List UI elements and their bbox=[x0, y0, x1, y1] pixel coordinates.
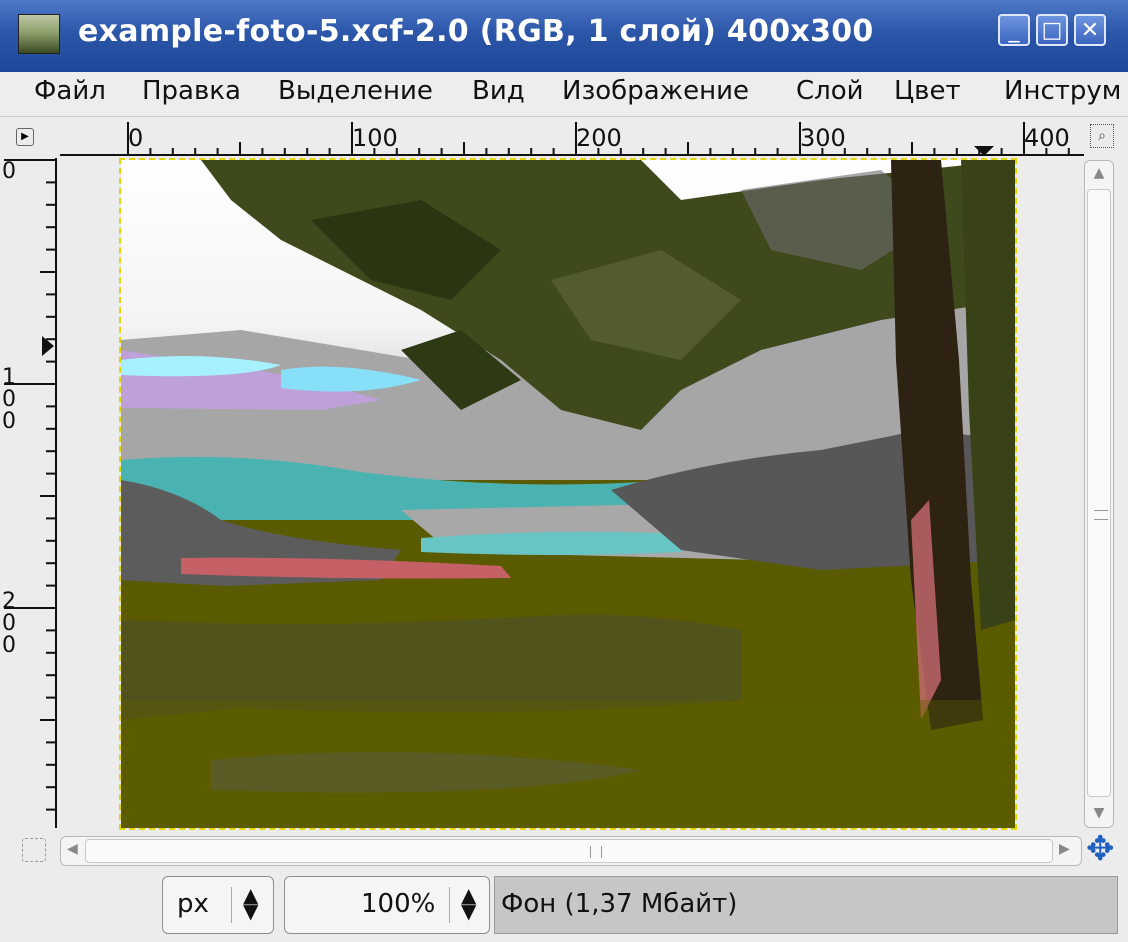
ruler-corner: ▶ bbox=[0, 118, 48, 156]
vruler-label-0: 0 bbox=[2, 159, 16, 184]
scroll-down-arrow-icon[interactable]: ▼ bbox=[1091, 805, 1107, 821]
vruler-label-100: 100 bbox=[2, 365, 16, 434]
zoom-selector[interactable]: 100% ▲ ▼ bbox=[284, 876, 490, 934]
triangle-right-icon[interactable]: ▶ bbox=[16, 128, 34, 146]
horizontal-scrollbar[interactable]: ◀ ▶ bbox=[60, 836, 1082, 866]
menu-layer[interactable]: Слой bbox=[796, 76, 864, 106]
hruler-label-0: 0 bbox=[128, 124, 143, 152]
hruler-label-400: 400 bbox=[1024, 124, 1070, 152]
scroll-right-arrow-icon[interactable]: ▶ bbox=[1059, 841, 1070, 857]
updown-arrows-icon: ▲ ▼ bbox=[243, 883, 259, 923]
menu-bar: Файл Правка Выделение Вид Изображение Сл… bbox=[0, 72, 1128, 117]
unit-value: px bbox=[177, 889, 209, 919]
menu-file[interactable]: Файл bbox=[34, 76, 106, 106]
vertical-scrollbar[interactable]: ▲ ▼ bbox=[1084, 160, 1114, 828]
menu-colors[interactable]: Цвет bbox=[894, 76, 961, 106]
image-canvas[interactable] bbox=[119, 158, 1017, 830]
scroll-up-arrow-icon[interactable]: ▲ bbox=[1091, 165, 1107, 181]
four-way-arrow-icon[interactable]: ✥ bbox=[1086, 832, 1115, 866]
menu-image[interactable]: Изображение bbox=[562, 76, 749, 106]
maximize-button[interactable]: □ bbox=[1036, 14, 1068, 46]
quick-mask-icon[interactable] bbox=[22, 838, 46, 862]
close-button[interactable]: ✕ bbox=[1074, 14, 1106, 46]
menu-tools[interactable]: Инструм bbox=[1004, 76, 1121, 106]
grip-icon bbox=[1094, 510, 1108, 520]
vertical-scrollbar-thumb[interactable] bbox=[1087, 189, 1111, 797]
menu-edit[interactable]: Правка bbox=[142, 76, 241, 106]
horizontal-ruler[interactable]: 0 100 200 300 400 bbox=[48, 118, 1088, 158]
unit-selector[interactable]: px ▲ ▼ bbox=[162, 876, 274, 934]
zoom-value: 100% bbox=[361, 889, 436, 919]
hruler-label-300: 300 bbox=[800, 124, 846, 152]
hruler-label-100: 100 bbox=[352, 124, 398, 152]
hruler-label-200: 200 bbox=[576, 124, 622, 152]
magnifier-icon[interactable]: ⌕ bbox=[1090, 124, 1114, 148]
horizontal-scrollbar-thumb[interactable] bbox=[85, 839, 1053, 863]
selector-divider bbox=[231, 887, 232, 923]
window-title: example-foto-5.xcf-2.0 (RGB, 1 слой) 400… bbox=[78, 14, 874, 49]
grip-icon bbox=[590, 846, 602, 858]
selector-divider bbox=[449, 887, 450, 923]
scroll-left-arrow-icon[interactable]: ◀ bbox=[67, 841, 78, 857]
vertical-ruler[interactable]: 0 1 0 0 2 0 0 bbox=[0, 158, 60, 828]
title-bar: example-foto-5.xcf-2.0 (RGB, 1 слой) 400… bbox=[0, 0, 1128, 74]
minimize-button[interactable]: _ bbox=[998, 14, 1030, 46]
menu-select[interactable]: Выделение bbox=[278, 76, 433, 106]
layer-info: Фон (1,37 Мбайт) bbox=[501, 889, 738, 919]
updown-arrows-icon: ▲ ▼ bbox=[461, 883, 477, 923]
menu-view[interactable]: Вид bbox=[472, 76, 525, 106]
gimp-wilber-icon bbox=[18, 14, 60, 54]
vruler-label-200: 200 bbox=[2, 589, 16, 658]
status-label: Фон (1,37 Мбайт) bbox=[494, 876, 1118, 934]
